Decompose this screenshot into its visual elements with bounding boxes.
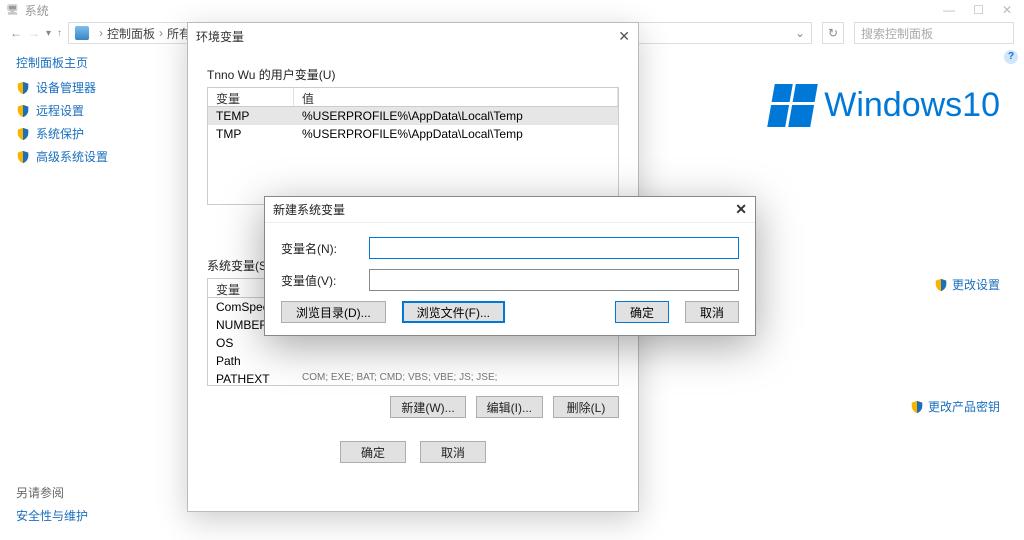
newvar-cancel-button[interactable]: 取消 [685,301,739,323]
dialog-close-button[interactable]: ✕ [735,201,747,218]
shield-icon [16,150,30,164]
dialog-title: 环境变量 [196,28,244,45]
windows-logo-icon [767,84,818,127]
change-settings-link[interactable]: 更改设置 [934,276,1000,293]
shield-icon [16,104,30,118]
list-item[interactable]: OS [208,334,618,352]
shield-icon [934,278,948,292]
back-button[interactable]: ← [10,26,22,40]
sidebar-item-label: 远程设置 [36,102,84,119]
change-settings-row: 更改设置 [934,276,1000,293]
list-item[interactable]: TMP %USERPROFILE%\AppData\Local\Temp [208,125,618,143]
user-vars-list[interactable]: TEMP %USERPROFILE%\AppData\Local\Temp TM… [207,107,619,205]
col-val[interactable]: 值 [294,88,618,106]
browse-dir-button[interactable]: 浏览目录(D)... [281,301,386,323]
sidebar: 控制面板主页 设备管理器 远程设置 系统保护 高级系统设置 [0,46,190,540]
sidebar-item-label: 高级系统设置 [36,148,108,165]
list-item[interactable]: TEMP %USERPROFILE%\AppData\Local\Temp [208,107,618,125]
see-also: 另请参阅 安全性与维护 [16,478,88,530]
windows10-badge: Windows10 [771,84,1000,127]
shield-icon [16,127,30,141]
envvars-ok-button[interactable]: 确定 [340,441,406,463]
sys-new-button[interactable]: 新建(W)... [390,396,465,418]
windows10-text: Windows10 [824,86,1000,125]
sidebar-item-advanced[interactable]: 高级系统设置 [16,148,174,165]
up-button[interactable]: ▾ [46,28,51,39]
sidebar-item-remote[interactable]: 远程设置 [16,102,174,119]
var-name-input[interactable] [369,237,739,259]
dialog-titlebar[interactable]: 新建系统变量 ✕ [265,197,755,223]
list-item[interactable]: PATHEXTCOM; EXE; BAT; CMD; VBS; VBE; JS;… [208,370,618,386]
search-input[interactable]: 搜索控制面板 [854,22,1014,44]
new-sysvar-dialog: 新建系统变量 ✕ 变量名(N): 变量值(V): 浏览目录(D)... 浏览文件… [264,196,756,336]
sidebar-item-protection[interactable]: 系统保护 [16,125,174,142]
shield-icon [910,400,924,414]
sys-edit-button[interactable]: 编辑(I)... [476,396,543,418]
maximize-button[interactable]: ☐ [973,3,984,17]
computer-icon [75,26,89,40]
user-vars-legend: Tnno Wu 的用户变量(U) [207,66,619,83]
up-dir-button[interactable]: ↑ [57,28,62,39]
window-controls: — ☐ ✕ [943,3,1018,17]
envvars-cancel-button[interactable]: 取消 [420,441,486,463]
shield-icon [16,81,30,95]
var-name-label: 变量名(N): [281,240,365,257]
user-vars-header: 变量 值 [207,87,619,107]
minimize-button[interactable]: — [943,3,955,17]
col-var[interactable]: 变量 [208,88,294,106]
change-key-link[interactable]: 更改产品密钥 [910,398,1000,415]
see-also-label: 另请参阅 [16,484,88,501]
dialog-close-button[interactable]: ✕ [618,28,630,45]
var-value-label: 变量值(V): [281,272,365,289]
var-value-input[interactable] [369,269,739,291]
sidebar-item-device-manager[interactable]: 设备管理器 [16,79,174,96]
sidebar-item-label: 设备管理器 [36,79,96,96]
parent-titlebar: 🖥 系统 — ☐ ✕ [0,0,1024,20]
dialog-titlebar[interactable]: 环境变量 ✕ [188,23,638,49]
control-panel-home-link[interactable]: 控制面板主页 [16,54,174,71]
sidebar-item-label: 系统保护 [36,125,84,142]
refresh-button[interactable]: ↻ [822,22,844,44]
close-button[interactable]: ✕ [1002,3,1012,17]
window-title: 系统 [25,2,49,19]
forward-button[interactable]: → [28,26,40,40]
sys-delete-button[interactable]: 删除(L) [553,396,619,418]
dialog-title: 新建系统变量 [273,201,345,218]
crumb-0[interactable]: 控制面板 [107,25,155,42]
security-link[interactable]: 安全性与维护 [16,507,88,524]
newvar-ok-button[interactable]: 确定 [615,301,669,323]
app-icon: 🖥 [6,5,19,16]
change-key-row: 更改产品密钥 [910,398,1000,415]
list-item[interactable]: Path [208,352,618,370]
browse-file-button[interactable]: 浏览文件(F)... [402,301,505,323]
